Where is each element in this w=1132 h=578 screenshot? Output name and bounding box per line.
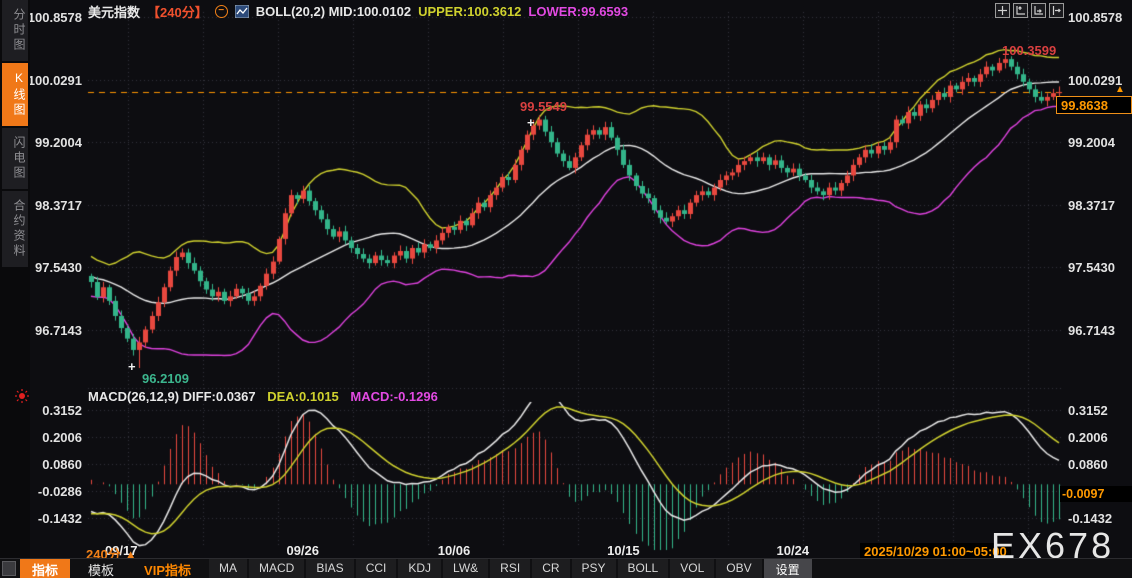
macd-header: MACD(26,12,9) DIFF:0.0367 DEA:0.1015 MAC… xyxy=(88,389,438,404)
toolbar-tab-2[interactable]: VIP指标 xyxy=(132,559,203,578)
macd-title: MACD(26,12,9) DIFF:0.0367 xyxy=(88,389,256,404)
window-controls xyxy=(995,3,1064,18)
indicator-button-bias[interactable]: BIAS xyxy=(306,559,354,578)
indicator-button-macd[interactable]: MACD xyxy=(249,559,305,578)
x-axis-label-3: 10/15 xyxy=(607,543,640,558)
current-macd-badge: -0.0097 xyxy=(1060,486,1132,502)
indicator-chart-icon[interactable] xyxy=(234,4,250,18)
zoom-out-icon[interactable]: − xyxy=(214,4,228,18)
indicator-button-cr[interactable]: CR xyxy=(532,559,570,578)
price-tick-right-3: 98.3717 xyxy=(1068,197,1115,213)
period-tag[interactable]: 【240分】 xyxy=(147,2,208,21)
x-axis-label-2: 10/06 xyxy=(437,543,471,558)
annotation-low: 96.2109 xyxy=(142,371,189,386)
toolbar-tab-0[interactable]: 指标 xyxy=(20,559,71,578)
indicator-button-lw[interactable]: LW& xyxy=(443,559,489,578)
indicator-button-rsi[interactable]: RSI xyxy=(490,559,531,578)
sidebar-tab-0[interactable]: 分时图 xyxy=(2,0,28,61)
sidebar-tab-3[interactable]: 合约资料 xyxy=(2,191,28,267)
indicator-button-ma[interactable]: MA xyxy=(209,559,247,578)
annotation-high: 100.3599 xyxy=(1002,43,1057,58)
price-tick-right-0: 100.8578 xyxy=(1068,10,1123,25)
macd-tick-right-4: -0.1432 xyxy=(1068,511,1113,527)
trading-chart-app: 分时图 K线图 闪电图 合约资料 美元指数 【240分】 − BOLL(20,2) M… xyxy=(0,0,1132,578)
zoom-y-axis-icon[interactable] xyxy=(1013,3,1028,18)
bottom-toolbar: 指标 模板 VIP指标 MA MACD BIAS CCI KDJ LW& RSI CR PSY BOLL… xyxy=(0,558,1132,578)
zoom-x-axis-icon[interactable] xyxy=(1031,3,1046,18)
indicator-button-boll[interactable]: BOLL xyxy=(617,559,669,578)
toolbar-tab-1[interactable]: 模板 xyxy=(76,559,126,578)
price-tick-right-4: 97.5430 xyxy=(1068,260,1115,276)
price-macd-chart-canvas[interactable] xyxy=(0,0,1132,578)
mid-high-cross-marker: + xyxy=(527,115,535,130)
sidebar: 分时图 K线图 闪电图 合约资料 xyxy=(0,0,30,560)
price-tick-right-5: 96.7143 xyxy=(1068,323,1115,338)
settings-button[interactable]: 设置 xyxy=(763,559,812,578)
price-up-arrow-icon: ▲ xyxy=(1115,84,1125,96)
x-axis-label-1: 09/26 xyxy=(286,543,320,558)
chart-header: 美元指数 【240分】 − BOLL(20,2) MID:100.0102 UP… xyxy=(88,2,629,21)
indicator-button-psy[interactable]: PSY xyxy=(571,559,616,578)
crosshair-icon[interactable] xyxy=(995,3,1010,18)
indicator-button-obv[interactable]: OBV xyxy=(716,559,762,578)
boll-lower-label: LOWER:99.6593 xyxy=(528,3,629,19)
price-tick-right-2: 99.2004 xyxy=(1068,135,1115,151)
low-cross-marker: + xyxy=(128,359,136,374)
pan-right-icon[interactable] xyxy=(1049,3,1064,18)
sidebar-tab-2[interactable]: 闪电图 xyxy=(2,128,28,189)
macd-tick-right-1: 0.2006 xyxy=(1068,430,1108,446)
current-price-badge: 99.8638 xyxy=(1056,96,1132,115)
toolbar-corner-button[interactable] xyxy=(2,561,16,576)
indicator-button-kdj[interactable]: KDJ xyxy=(398,559,442,578)
sidebar-tab-1[interactable]: K线图 xyxy=(2,63,28,126)
symbol-title: 美元指数 xyxy=(88,4,141,20)
x-axis-label-4: 10/24 xyxy=(776,543,810,558)
macd-value-label: MACD:-0.1296 xyxy=(350,389,438,404)
alarm-icon[interactable] xyxy=(15,389,29,403)
macd-dea-label: DEA:0.1015 xyxy=(267,389,339,404)
boll-mid-label: BOLL(20,2) MID:100.0102 xyxy=(255,3,412,19)
macd-tick-right-0: 0.3152 xyxy=(1068,403,1108,419)
macd-tick-right-2: 0.0860 xyxy=(1068,457,1108,473)
annotation-mid-high: 99.5549 xyxy=(520,99,567,114)
indicator-button-vol[interactable]: VOL xyxy=(670,559,715,578)
boll-upper-label: UPPER:100.3612 xyxy=(418,3,522,19)
indicator-button-cci[interactable]: CCI xyxy=(355,559,397,578)
